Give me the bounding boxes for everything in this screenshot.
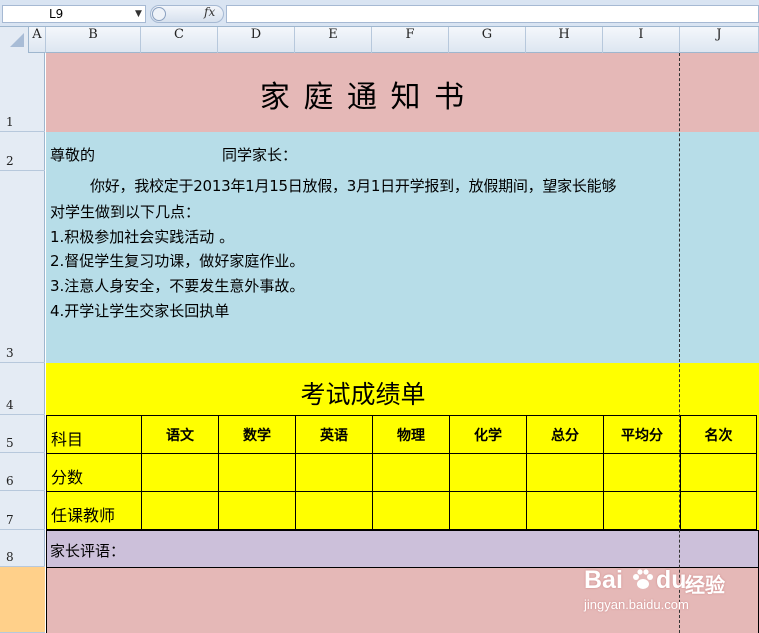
row-label-score[interactable]: 分数 bbox=[46, 453, 142, 492]
column-header-f[interactable]: F bbox=[372, 27, 449, 53]
column-header-b[interactable]: B bbox=[46, 27, 141, 53]
watermark-jingyan: 经验 bbox=[685, 573, 725, 597]
teacher-cell-math[interactable] bbox=[218, 491, 296, 530]
greeting-suffix: 同学家长： bbox=[222, 146, 298, 164]
column-header-e[interactable]: E bbox=[295, 27, 372, 53]
teacher-cell-rank[interactable] bbox=[680, 491, 757, 530]
notice-item-1: 1.积极参加社会实践活动 。 bbox=[50, 228, 235, 246]
score-cell-chinese[interactable] bbox=[141, 453, 219, 492]
score-cell-rank[interactable] bbox=[680, 453, 757, 492]
column-header-bar: A B C D E F G H I J bbox=[0, 27, 759, 53]
notice-item-3: 3.注意人身安全，不要发生意外事故。 bbox=[50, 277, 305, 295]
watermark-brand: Bai bbox=[584, 566, 623, 594]
row-header-2[interactable]: 2 bbox=[0, 132, 45, 171]
row-header-1[interactable]: 1 bbox=[0, 53, 45, 132]
teacher-cell-physics[interactable] bbox=[372, 491, 450, 530]
column-header-d[interactable]: D bbox=[218, 27, 295, 53]
score-title: 考试成绩单 bbox=[300, 380, 426, 409]
row-header-4[interactable]: 4 bbox=[0, 363, 45, 415]
parent-comment-label: 家长评语： bbox=[50, 542, 126, 560]
teacher-cell-average[interactable] bbox=[603, 491, 681, 530]
table-header-physics[interactable]: 物理 bbox=[372, 415, 450, 454]
formula-expand-icon[interactable] bbox=[152, 7, 166, 21]
notice-item-2: 2.督促学生复习功课，做好家庭作业。 bbox=[50, 252, 305, 270]
score-cell-physics[interactable] bbox=[372, 453, 450, 492]
score-cell-total[interactable] bbox=[526, 453, 604, 492]
table-header-chinese[interactable]: 语文 bbox=[141, 415, 219, 454]
notice-title: 家 庭 通 知 书 bbox=[259, 80, 467, 115]
table-header-subject[interactable]: 科目 bbox=[46, 415, 142, 454]
notice-body-line1: 你好，我校定于2013年1月15日放假，3月1日开学报到，放假期间，望家长能够 bbox=[90, 177, 617, 195]
name-box-dropdown-icon[interactable]: ▼ bbox=[135, 9, 142, 19]
table-header-chemistry[interactable]: 化学 bbox=[449, 415, 527, 454]
row-label-teacher[interactable]: 任课教师 bbox=[46, 491, 142, 530]
row-header-9-selected[interactable] bbox=[0, 567, 45, 633]
column-header-j[interactable]: J bbox=[680, 27, 759, 53]
score-cell-average[interactable] bbox=[603, 453, 681, 492]
parent-comment-band bbox=[46, 530, 759, 567]
page-break-line bbox=[679, 53, 680, 633]
watermark-url: jingyan.baidu.com bbox=[584, 597, 689, 612]
teacher-cell-chemistry[interactable] bbox=[449, 491, 527, 530]
column-header-i[interactable]: I bbox=[603, 27, 680, 53]
row-header-8[interactable]: 8 bbox=[0, 530, 45, 567]
select-all-icon bbox=[10, 33, 24, 47]
score-cell-math[interactable] bbox=[218, 453, 296, 492]
score-cell-chemistry[interactable] bbox=[449, 453, 527, 492]
watermark-brand-2: du bbox=[656, 566, 687, 594]
insert-function-button[interactable]: fx bbox=[204, 5, 215, 19]
notice-body-band bbox=[46, 132, 759, 363]
table-header-total[interactable]: 总分 bbox=[526, 415, 604, 454]
row-header-6[interactable]: 6 bbox=[0, 453, 45, 491]
table-header-average[interactable]: 平均分 bbox=[603, 415, 681, 454]
row-header-7[interactable]: 7 bbox=[0, 491, 45, 530]
teacher-cell-total[interactable] bbox=[526, 491, 604, 530]
table-header-english[interactable]: 英语 bbox=[295, 415, 373, 454]
notice-body-line2: 对学生做到以下几点： bbox=[50, 203, 201, 221]
formula-input[interactable] bbox=[226, 5, 759, 23]
notice-item-4: 4.开学让学生交家长回执单 bbox=[50, 302, 230, 320]
table-header-rank[interactable]: 名次 bbox=[680, 415, 757, 454]
name-box[interactable]: L9 bbox=[2, 5, 146, 23]
row-header-3[interactable]: 3 bbox=[0, 171, 45, 363]
row-header-bar: 1 2 3 4 5 6 7 8 bbox=[0, 53, 45, 633]
teacher-cell-english[interactable] bbox=[295, 491, 373, 530]
column-header-g[interactable]: G bbox=[449, 27, 526, 53]
column-header-h[interactable]: H bbox=[526, 27, 603, 53]
baidu-paw-icon bbox=[631, 568, 655, 592]
teacher-cell-chinese[interactable] bbox=[141, 491, 219, 530]
column-header-a[interactable]: A bbox=[29, 27, 46, 53]
greeting-prefix: 尊敬的 bbox=[50, 146, 96, 164]
column-header-c[interactable]: C bbox=[141, 27, 218, 53]
score-cell-english[interactable] bbox=[295, 453, 373, 492]
table-header-math[interactable]: 数学 bbox=[218, 415, 296, 454]
row-header-5[interactable]: 5 bbox=[0, 415, 45, 453]
